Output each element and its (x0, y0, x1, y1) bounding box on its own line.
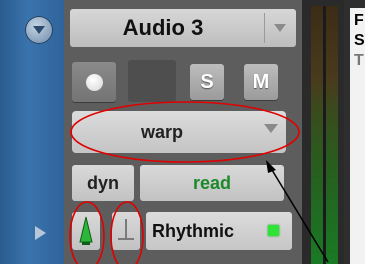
record-enable-button[interactable] (72, 62, 116, 102)
meter-left-channel (311, 6, 323, 264)
record-icon (86, 74, 103, 91)
adjacent-text-1: F (354, 12, 364, 29)
adjacent-text-3: T (354, 52, 364, 69)
track-color-strip (0, 0, 64, 264)
warp-plugin-button[interactable]: Rhythmic (146, 212, 292, 250)
solo-button[interactable]: S (190, 64, 224, 100)
track-view-selector[interactable]: dyn (72, 165, 134, 201)
elastic-mode-label: warp (140, 122, 183, 142)
tuning-fork-grey-icon (118, 219, 134, 240)
track-name: Audio 3 (122, 15, 204, 40)
track-options-button[interactable] (25, 16, 53, 44)
tuning-fork-green-icon (79, 216, 93, 245)
mute-button[interactable]: M (244, 64, 278, 100)
elastic-audio-mode-selector[interactable]: warp (72, 111, 286, 153)
track-name-bar[interactable]: Audio 3 (70, 9, 296, 47)
automation-mode-selector[interactable]: read (140, 165, 284, 201)
channel-strip: Audio 3 S M warp dyn read Rhythmic (64, 0, 302, 264)
chevron-down-icon[interactable] (274, 24, 286, 32)
warp-plugin-label: Rhythmic (152, 221, 235, 241)
tuner-green-button[interactable] (72, 212, 100, 250)
status-led (268, 225, 279, 236)
tuner-grey-button[interactable] (112, 212, 140, 250)
input-monitor-button[interactable] (128, 60, 176, 102)
chevron-down-icon (33, 26, 45, 34)
meter-right-channel (326, 6, 338, 264)
play-arrow-icon[interactable] (35, 226, 46, 240)
adjacent-panel: F S T (344, 0, 365, 264)
chevron-down-icon (264, 124, 278, 133)
divider (264, 13, 265, 43)
adjacent-text-2: S (354, 32, 365, 49)
